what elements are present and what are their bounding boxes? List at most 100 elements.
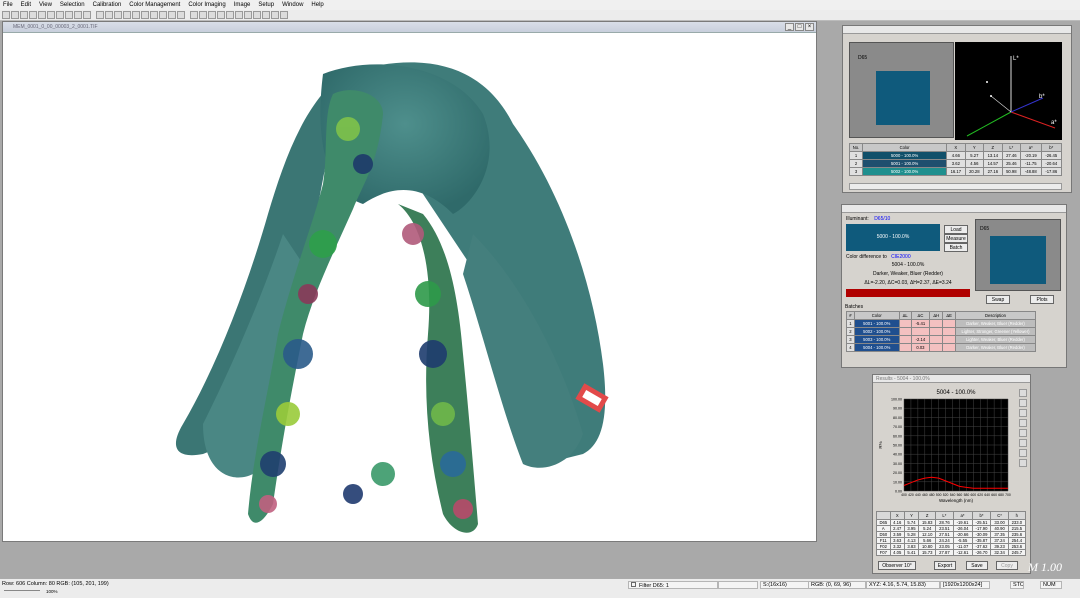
- y-tick-label: 60.00: [893, 434, 902, 438]
- results-table[interactable]: X Y Z L* a* b* C* h D65 4.16 5.74 15.83 28.76 -19.61-…: [876, 511, 1027, 556]
- cut-icon[interactable]: [38, 11, 46, 19]
- batch-button[interactable]: Batch: [944, 243, 968, 252]
- color-table[interactable]: No. Color X Y Z L* a* b* 1 5000 - 100.0% 4.66 5.…: [848, 143, 1062, 176]
- illuminant-label: Illuminant:: [846, 216, 869, 222]
- measure-button[interactable]: Measure: [944, 234, 968, 243]
- open-icon[interactable]: [11, 11, 19, 19]
- crop-icon[interactable]: [150, 11, 158, 19]
- rotate-icon[interactable]: [132, 11, 140, 19]
- menu-selection[interactable]: Selection: [60, 2, 85, 8]
- image-window-title[interactable]: MEM_0001_0_00_00003_2_0001.TIF: [3, 22, 816, 33]
- load-button[interactable]: Load: [944, 225, 968, 234]
- table-row[interactable]: 3 5002 - 100.0% 16.17 20.28 27.16 50.98 -48…: [848, 167, 1062, 176]
- menu-file[interactable]: File: [3, 2, 13, 8]
- line-icon[interactable]: [208, 11, 216, 19]
- grid-icon[interactable]: [1019, 449, 1027, 457]
- copy-icon[interactable]: [47, 11, 55, 19]
- copy-icon[interactable]: [1019, 399, 1027, 407]
- illuminant-value[interactable]: D65/10: [874, 216, 890, 222]
- color-space-panel: D65 L* a* b* No. Color X Y Z L* a* b* 1 5000 - …: [842, 25, 1072, 193]
- status-dropdown[interactable]: [718, 581, 758, 589]
- ellipse-icon[interactable]: [226, 11, 234, 19]
- color-difference-panel-titlebar[interactable]: [842, 205, 1066, 213]
- table-icon[interactable]: [1019, 429, 1027, 437]
- color-table-scrollbar[interactable]: [849, 183, 1062, 190]
- scarf-image[interactable]: [3, 34, 816, 541]
- batches-table[interactable]: # Color ΔL ΔC ΔH ΔE Description 1 5001 - 100.0…: [846, 311, 1036, 352]
- color-space-panel-titlebar[interactable]: [843, 26, 1071, 34]
- text-icon[interactable]: [199, 11, 207, 19]
- menu-color-imaging[interactable]: Color Imaging: [188, 2, 225, 8]
- table-header: b*: [1040, 143, 1062, 152]
- status-filter[interactable]: Filter D65: 1: [628, 581, 718, 589]
- print-icon[interactable]: [1019, 419, 1027, 427]
- export-button[interactable]: Export: [934, 561, 956, 570]
- compare-icon[interactable]: [253, 11, 261, 19]
- table-row[interactable]: 2 5001 - 100.0% 3.62 4.56 14.57 25.46 -11.7…: [848, 159, 1062, 168]
- standard-swatch: 5000 - 100.0%: [846, 224, 940, 251]
- y-tick-label: 30.00: [893, 462, 902, 466]
- fill-icon[interactable]: [190, 11, 198, 19]
- flip-icon[interactable]: [141, 11, 149, 19]
- batch-row[interactable]: 1 5001 - 100.0% -5.41 Darker, Weaker, Bl…: [846, 319, 1036, 328]
- fit-icon[interactable]: [123, 11, 131, 19]
- paste-icon[interactable]: [1019, 409, 1027, 417]
- settings-icon[interactable]: [1019, 459, 1027, 467]
- menu-bar: File Edit View Selection Calibration Color Ma…: [0, 0, 1080, 10]
- status-dims: [1920x1200x24]: [940, 581, 990, 589]
- copy-button[interactable]: Copy: [996, 561, 1018, 570]
- undo-icon[interactable]: [65, 11, 73, 19]
- save-icon[interactable]: [20, 11, 28, 19]
- menu-help[interactable]: Help: [311, 2, 323, 8]
- zoom-slider[interactable]: [4, 590, 40, 594]
- batch-row[interactable]: 4 5004 - 100.0% 0.03 Darker, Weaker, Blu…: [846, 343, 1036, 352]
- zoom-out-icon[interactable]: [114, 11, 122, 19]
- menu-calibration[interactable]: Calibration: [93, 2, 122, 8]
- report-icon[interactable]: [271, 11, 279, 19]
- x-tick-label: 700: [1005, 493, 1011, 497]
- help-icon[interactable]: [280, 11, 288, 19]
- reflectance-chart[interactable]: 5004 - 100.0% 100.00 90.00 80.00 70.00 60.00 5…: [876, 385, 1016, 510]
- menu-edit[interactable]: Edit: [21, 2, 31, 8]
- save-icon[interactable]: [1019, 389, 1027, 397]
- results-header: L*: [935, 511, 954, 520]
- diff-to-value[interactable]: CIE2000: [891, 254, 910, 260]
- menu-color-management[interactable]: Color Management: [129, 2, 180, 8]
- batch-row[interactable]: 3 5003 - 100.0% -2.14 Lighter, Weaker, B…: [846, 335, 1036, 344]
- menu-image[interactable]: Image: [234, 2, 251, 8]
- image-window[interactable]: MEM_0001_0_00_00003_2_0001.TIF _ □ ×: [2, 21, 817, 542]
- batch-row[interactable]: 2 5002 - 100.0% Lighter, Stronger, Green…: [846, 327, 1036, 336]
- print-icon[interactable]: [29, 11, 37, 19]
- brush-icon[interactable]: [177, 11, 185, 19]
- swap-button[interactable]: Swap: [986, 295, 1010, 304]
- results-title[interactable]: Results - 5004 - 100.0%: [873, 375, 1030, 383]
- lab-3d-axes[interactable]: L* a* b*: [955, 42, 1062, 140]
- menu-window[interactable]: Window: [282, 2, 303, 8]
- select-icon[interactable]: [83, 11, 91, 19]
- rect-icon[interactable]: [217, 11, 225, 19]
- palette-icon[interactable]: [244, 11, 252, 19]
- move-icon[interactable]: [96, 11, 104, 19]
- measure-icon[interactable]: [159, 11, 167, 19]
- table-row[interactable]: 1 5000 - 100.0% 4.66 5.27 13.14 27.46 -20.1…: [848, 151, 1062, 160]
- minimize-button[interactable]: _: [785, 23, 794, 31]
- menu-view[interactable]: View: [39, 2, 52, 8]
- menu-setup[interactable]: Setup: [258, 2, 274, 8]
- new-icon[interactable]: [2, 11, 10, 19]
- x-tick-label: 540: [950, 493, 956, 497]
- zoom-in-icon[interactable]: [105, 11, 113, 19]
- close-button[interactable]: ×: [805, 23, 814, 31]
- observer-button[interactable]: Observer 10°: [878, 561, 916, 570]
- maximize-button[interactable]: □: [795, 23, 804, 31]
- chart-icon[interactable]: [1019, 439, 1027, 447]
- plots-button[interactable]: Plots: [1030, 295, 1054, 304]
- grid-icon[interactable]: [235, 11, 243, 19]
- results-row[interactable]: F07 4.05 5.41 15.73 27.87 -12.61 -26.70 32.34 24…: [876, 549, 1027, 556]
- x-tick-label: 520: [943, 493, 949, 497]
- redo-icon[interactable]: [74, 11, 82, 19]
- eyedropper-icon[interactable]: [168, 11, 176, 19]
- chart-icon[interactable]: [262, 11, 270, 19]
- paste-icon[interactable]: [56, 11, 64, 19]
- save-button[interactable]: Save: [966, 561, 988, 570]
- l-axis-label: L*: [1013, 56, 1019, 62]
